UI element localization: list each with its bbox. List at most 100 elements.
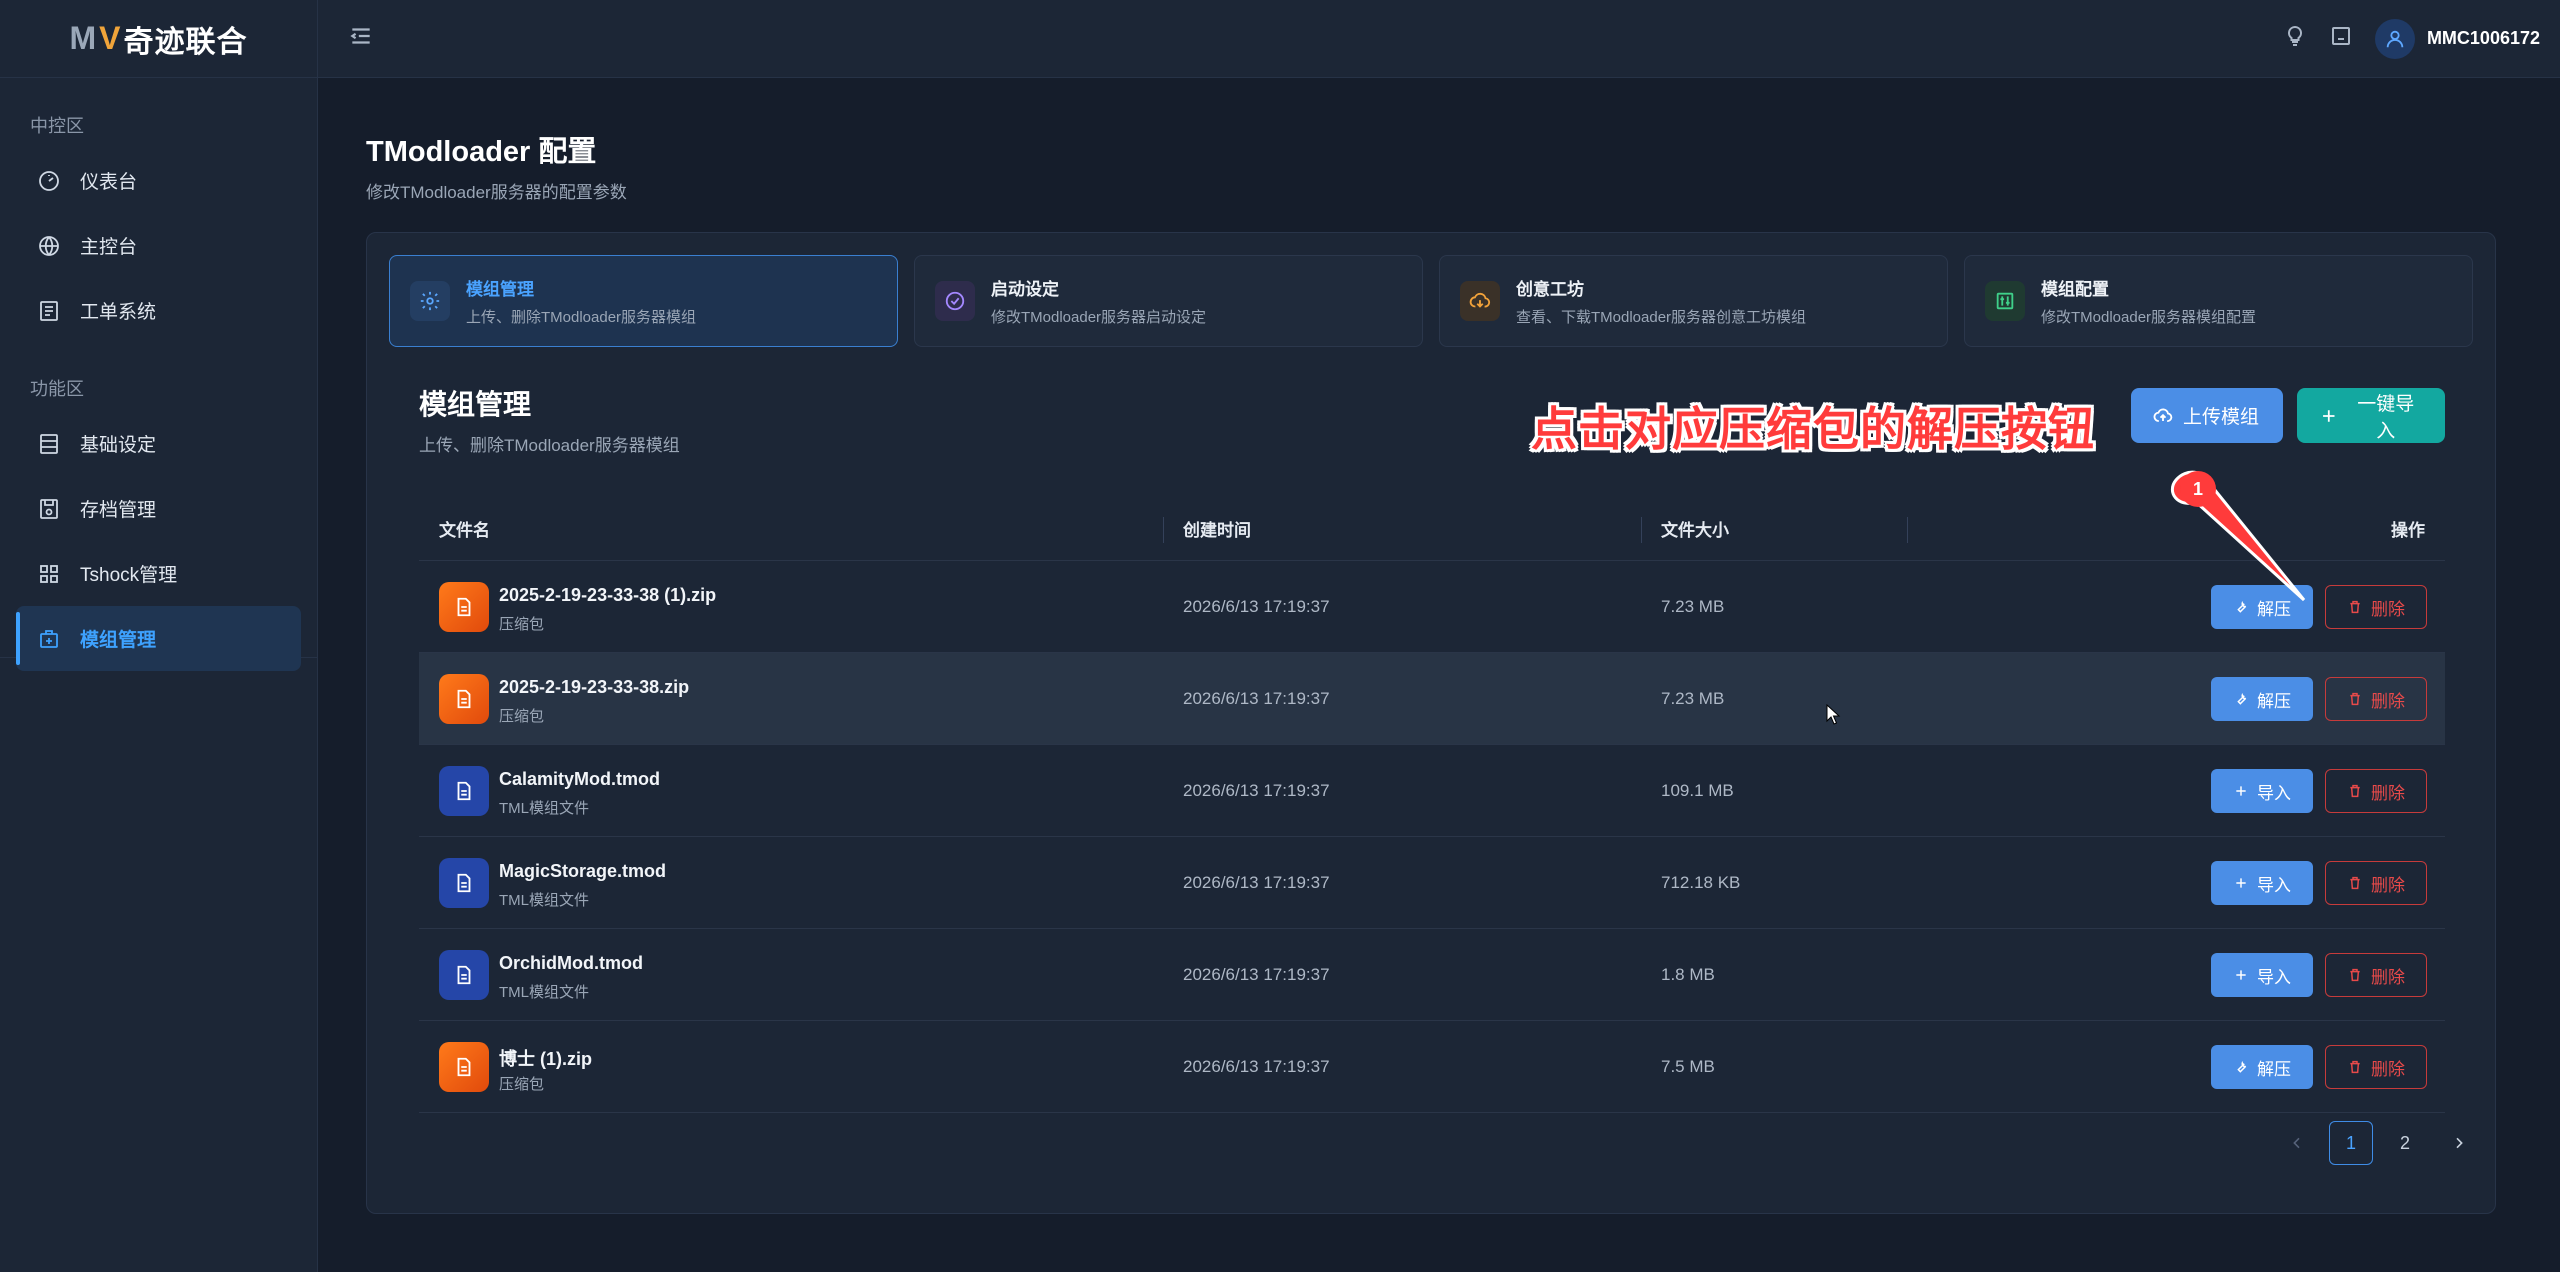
logo-m-mark: M	[69, 20, 98, 56]
table-row: 2025-2-19-23-33-38 (1).zip 压缩包 2026/6/13…	[419, 561, 2445, 653]
extract-label: 解压	[2257, 691, 2291, 711]
import-label: 导入	[2257, 875, 2291, 895]
tab-title: 启动设定	[991, 280, 1059, 299]
tmod-file-icon	[439, 766, 489, 816]
import-button[interactable]: 导入	[2211, 953, 2313, 997]
table-header: 文件名 创建时间 文件大小 操作	[419, 497, 2445, 561]
nav-group-control: 中控区	[30, 116, 84, 136]
import-button[interactable]: 导入	[2211, 861, 2313, 905]
mod-box-icon	[36, 626, 62, 652]
sidebar-nav: 中控区 仪表台 主控台 工单系统 功能区 基础设定 存档管理 Tshock管理 …	[0, 78, 317, 671]
import-label: 导入	[2257, 967, 2291, 987]
file-type: 压缩包	[499, 616, 545, 633]
delete-button[interactable]: 删除	[2325, 769, 2427, 813]
file-size: 109.1 MB	[1661, 781, 1734, 800]
tab-workshop[interactable]: 创意工坊 查看、下载TModloader服务器创意工坊模组	[1439, 255, 1948, 347]
wrench-icon	[2237, 692, 2247, 705]
tab-title: 创意工坊	[1516, 280, 1584, 299]
extract-button[interactable]: 解压	[2211, 677, 2313, 721]
logo-v-mark: V	[99, 20, 122, 56]
header-created-time: 创建时间	[1183, 521, 1251, 540]
avatar[interactable]	[2374, 18, 2415, 59]
sidebar-item-dashboard[interactable]: 仪表台	[16, 148, 301, 213]
file-name: OrchidMod.tmod	[499, 953, 643, 973]
header-separator	[1163, 517, 1164, 543]
delete-button[interactable]: 删除	[2325, 861, 2427, 905]
delete-button[interactable]: 删除	[2325, 677, 2427, 721]
trash-icon	[2350, 968, 2360, 982]
extract-button[interactable]: 解压	[2211, 1045, 2313, 1089]
upload-mod-button[interactable]: 上传模组	[2131, 388, 2283, 443]
delete-button[interactable]: 删除	[2325, 953, 2427, 997]
file-name: MagicStorage.tmod	[499, 861, 667, 881]
delete-button[interactable]: 删除	[2325, 585, 2427, 629]
file-name: 博士 (1).zip	[499, 1049, 592, 1069]
header-file-size: 文件大小	[1661, 521, 1729, 540]
config-card: 模组管理 上传、删除TModloader服务器模组 启动设定 修改TModloa…	[366, 232, 2496, 1214]
header-separator	[1907, 517, 1908, 543]
mod-file-table: 文件名 创建时间 文件大小 操作 2025-2-19-23-33-38 (1).…	[419, 497, 2445, 1113]
page-button-1[interactable]: 1	[2329, 1121, 2373, 1165]
brand[interactable]: M V 奇迹联合	[0, 0, 317, 78]
file-size: 1.8 MB	[1661, 965, 1715, 984]
file-name: CalamityMod.tmod	[499, 769, 661, 789]
sidebar-item-saves[interactable]: 存档管理	[16, 476, 301, 541]
file-type: TML模组文件	[499, 892, 590, 909]
pagination: 1 2	[2275, 1121, 2481, 1165]
cloud-download-icon	[1460, 281, 1500, 321]
created-time: 2026/6/13 17:19:37	[1183, 689, 1330, 708]
prev-page-button[interactable]	[2275, 1121, 2319, 1165]
file-name: 2025-2-19-23-33-38.zip	[499, 677, 690, 697]
table-row: MagicStorage.tmod TML模组文件 2026/6/13 17:1…	[419, 837, 2445, 929]
delete-label: 删除	[2371, 783, 2405, 803]
delete-label: 删除	[2371, 1059, 2405, 1079]
delete-label: 删除	[2371, 599, 2405, 619]
import-all-button[interactable]: 一键导入	[2297, 388, 2445, 443]
file-type: 压缩包	[499, 708, 545, 725]
import-button[interactable]: 导入	[2211, 769, 2313, 813]
next-page-button[interactable]	[2437, 1121, 2481, 1165]
config-tabs: 模组管理 上传、删除TModloader服务器模组 启动设定 修改TModloa…	[389, 255, 2473, 347]
tab-mod-management[interactable]: 模组管理 上传、删除TModloader服务器模组	[389, 255, 898, 347]
table-row: 博士 (1).zip 压缩包 2026/6/13 17:19:37 7.5 MB…	[419, 1021, 2445, 1113]
tab-launch-settings[interactable]: 启动设定 修改TModloader服务器启动设定	[914, 255, 1423, 347]
sidebar-item-mods[interactable]: 模组管理	[16, 606, 301, 671]
topbar-actions: MMC1006172	[2283, 18, 2540, 59]
sidebar-item-tshock[interactable]: Tshock管理	[16, 541, 301, 606]
sidebar-item-basic-settings[interactable]: 基础设定	[16, 411, 301, 476]
trash-icon	[2350, 692, 2360, 706]
lightbulb-icon[interactable]	[2283, 24, 2307, 53]
sidebar-item-label: 工单系统	[80, 302, 157, 323]
list-icon	[36, 298, 62, 324]
header-operations: 操作	[2391, 521, 2425, 540]
page-title: TModloader 配置	[366, 136, 597, 168]
sidebar-item-label: 主控台	[80, 237, 138, 258]
sidebar-item-console[interactable]: 主控台	[16, 213, 301, 278]
header-separator	[1641, 517, 1642, 543]
chevron-right-icon	[2456, 1137, 2463, 1149]
sidebar-item-tickets[interactable]: 工单系统	[16, 278, 301, 343]
tab-mod-config[interactable]: 模组配置 修改TModloader服务器模组配置	[1964, 255, 2473, 347]
page-subtitle: 修改TModloader服务器的配置参数	[366, 183, 627, 202]
file-size: 7.23 MB	[1661, 689, 1725, 708]
zip-file-icon	[439, 582, 489, 632]
sliders-icon	[1985, 281, 2025, 321]
robot-face-icon[interactable]	[2329, 24, 2353, 53]
globe-icon	[36, 233, 62, 259]
mouse-cursor-icon	[1826, 704, 1841, 725]
tutorial-annotation: 点击对应压缩包的解压按钮	[1531, 403, 2095, 455]
page-button-2[interactable]: 2	[2383, 1121, 2427, 1165]
tab-desc: 修改TModloader服务器启动设定	[991, 309, 1207, 326]
menu-collapse-icon[interactable]	[348, 23, 374, 54]
tab-title: 模组配置	[2041, 280, 2109, 299]
plus-icon	[2236, 878, 2246, 888]
wrench-icon	[2237, 1060, 2247, 1073]
sidebar-item-label: 基础设定	[80, 435, 157, 456]
upload-mod-label: 上传模组	[2183, 407, 2260, 428]
delete-label: 删除	[2371, 967, 2405, 987]
username[interactable]: MMC1006172	[2427, 28, 2540, 49]
delete-button[interactable]: 删除	[2325, 1045, 2427, 1089]
file-type: TML模组文件	[499, 800, 590, 817]
plus-icon	[2323, 409, 2335, 422]
trash-icon	[2350, 600, 2360, 614]
